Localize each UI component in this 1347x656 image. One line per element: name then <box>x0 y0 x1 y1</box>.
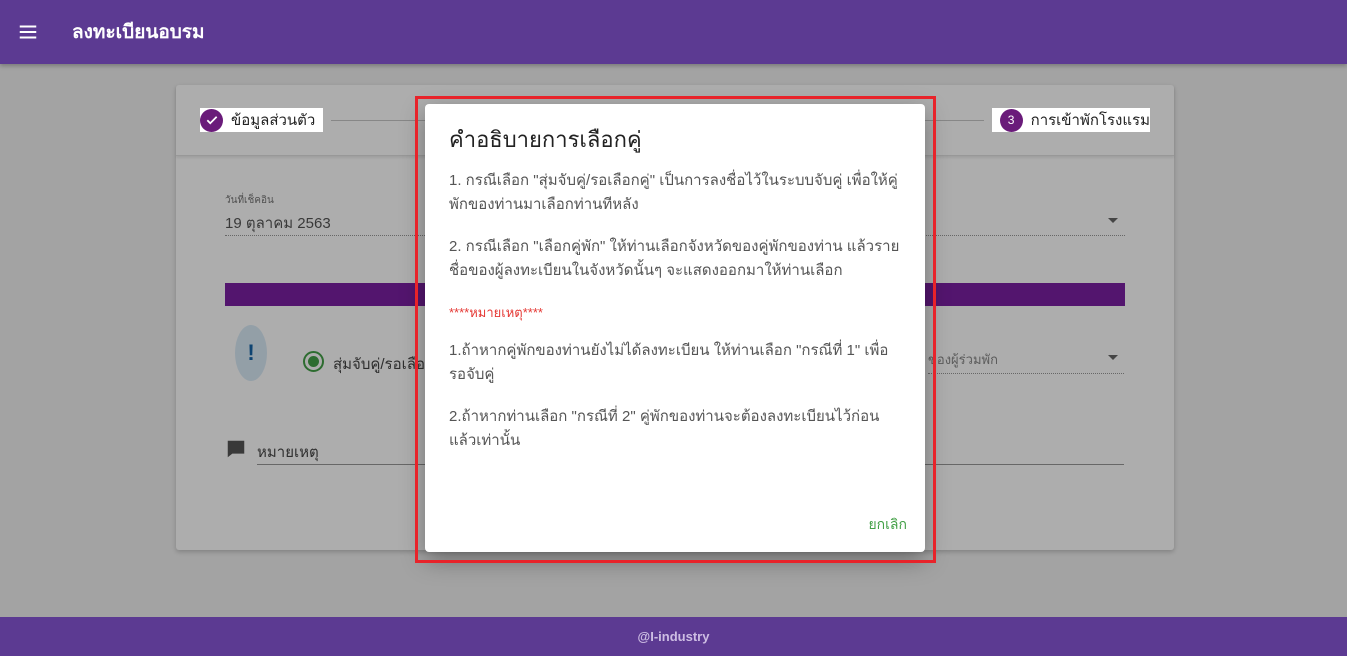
step-personal-info[interactable]: ข้อมูลส่วนตัว <box>200 108 324 132</box>
menu-button[interactable] <box>0 0 56 64</box>
step-label: ข้อมูลส่วนตัว <box>231 112 316 129</box>
menu-icon <box>19 25 37 39</box>
footer: @I-industry <box>0 617 1347 656</box>
footer-text: @I-industry <box>637 629 710 644</box>
step-number: 3 <box>999 108 1023 132</box>
app-title: ลงทะเบียนอบรม <box>72 22 205 43</box>
app-bar: ลงทะเบียนอบรม <box>0 0 1347 64</box>
highlight-frame <box>415 96 936 563</box>
step-label: การเข้าพักโรงแรม <box>1030 112 1150 129</box>
check-icon <box>200 108 223 132</box>
step-hotel[interactable]: 3 การเข้าพักโรงแรม <box>991 108 1150 132</box>
